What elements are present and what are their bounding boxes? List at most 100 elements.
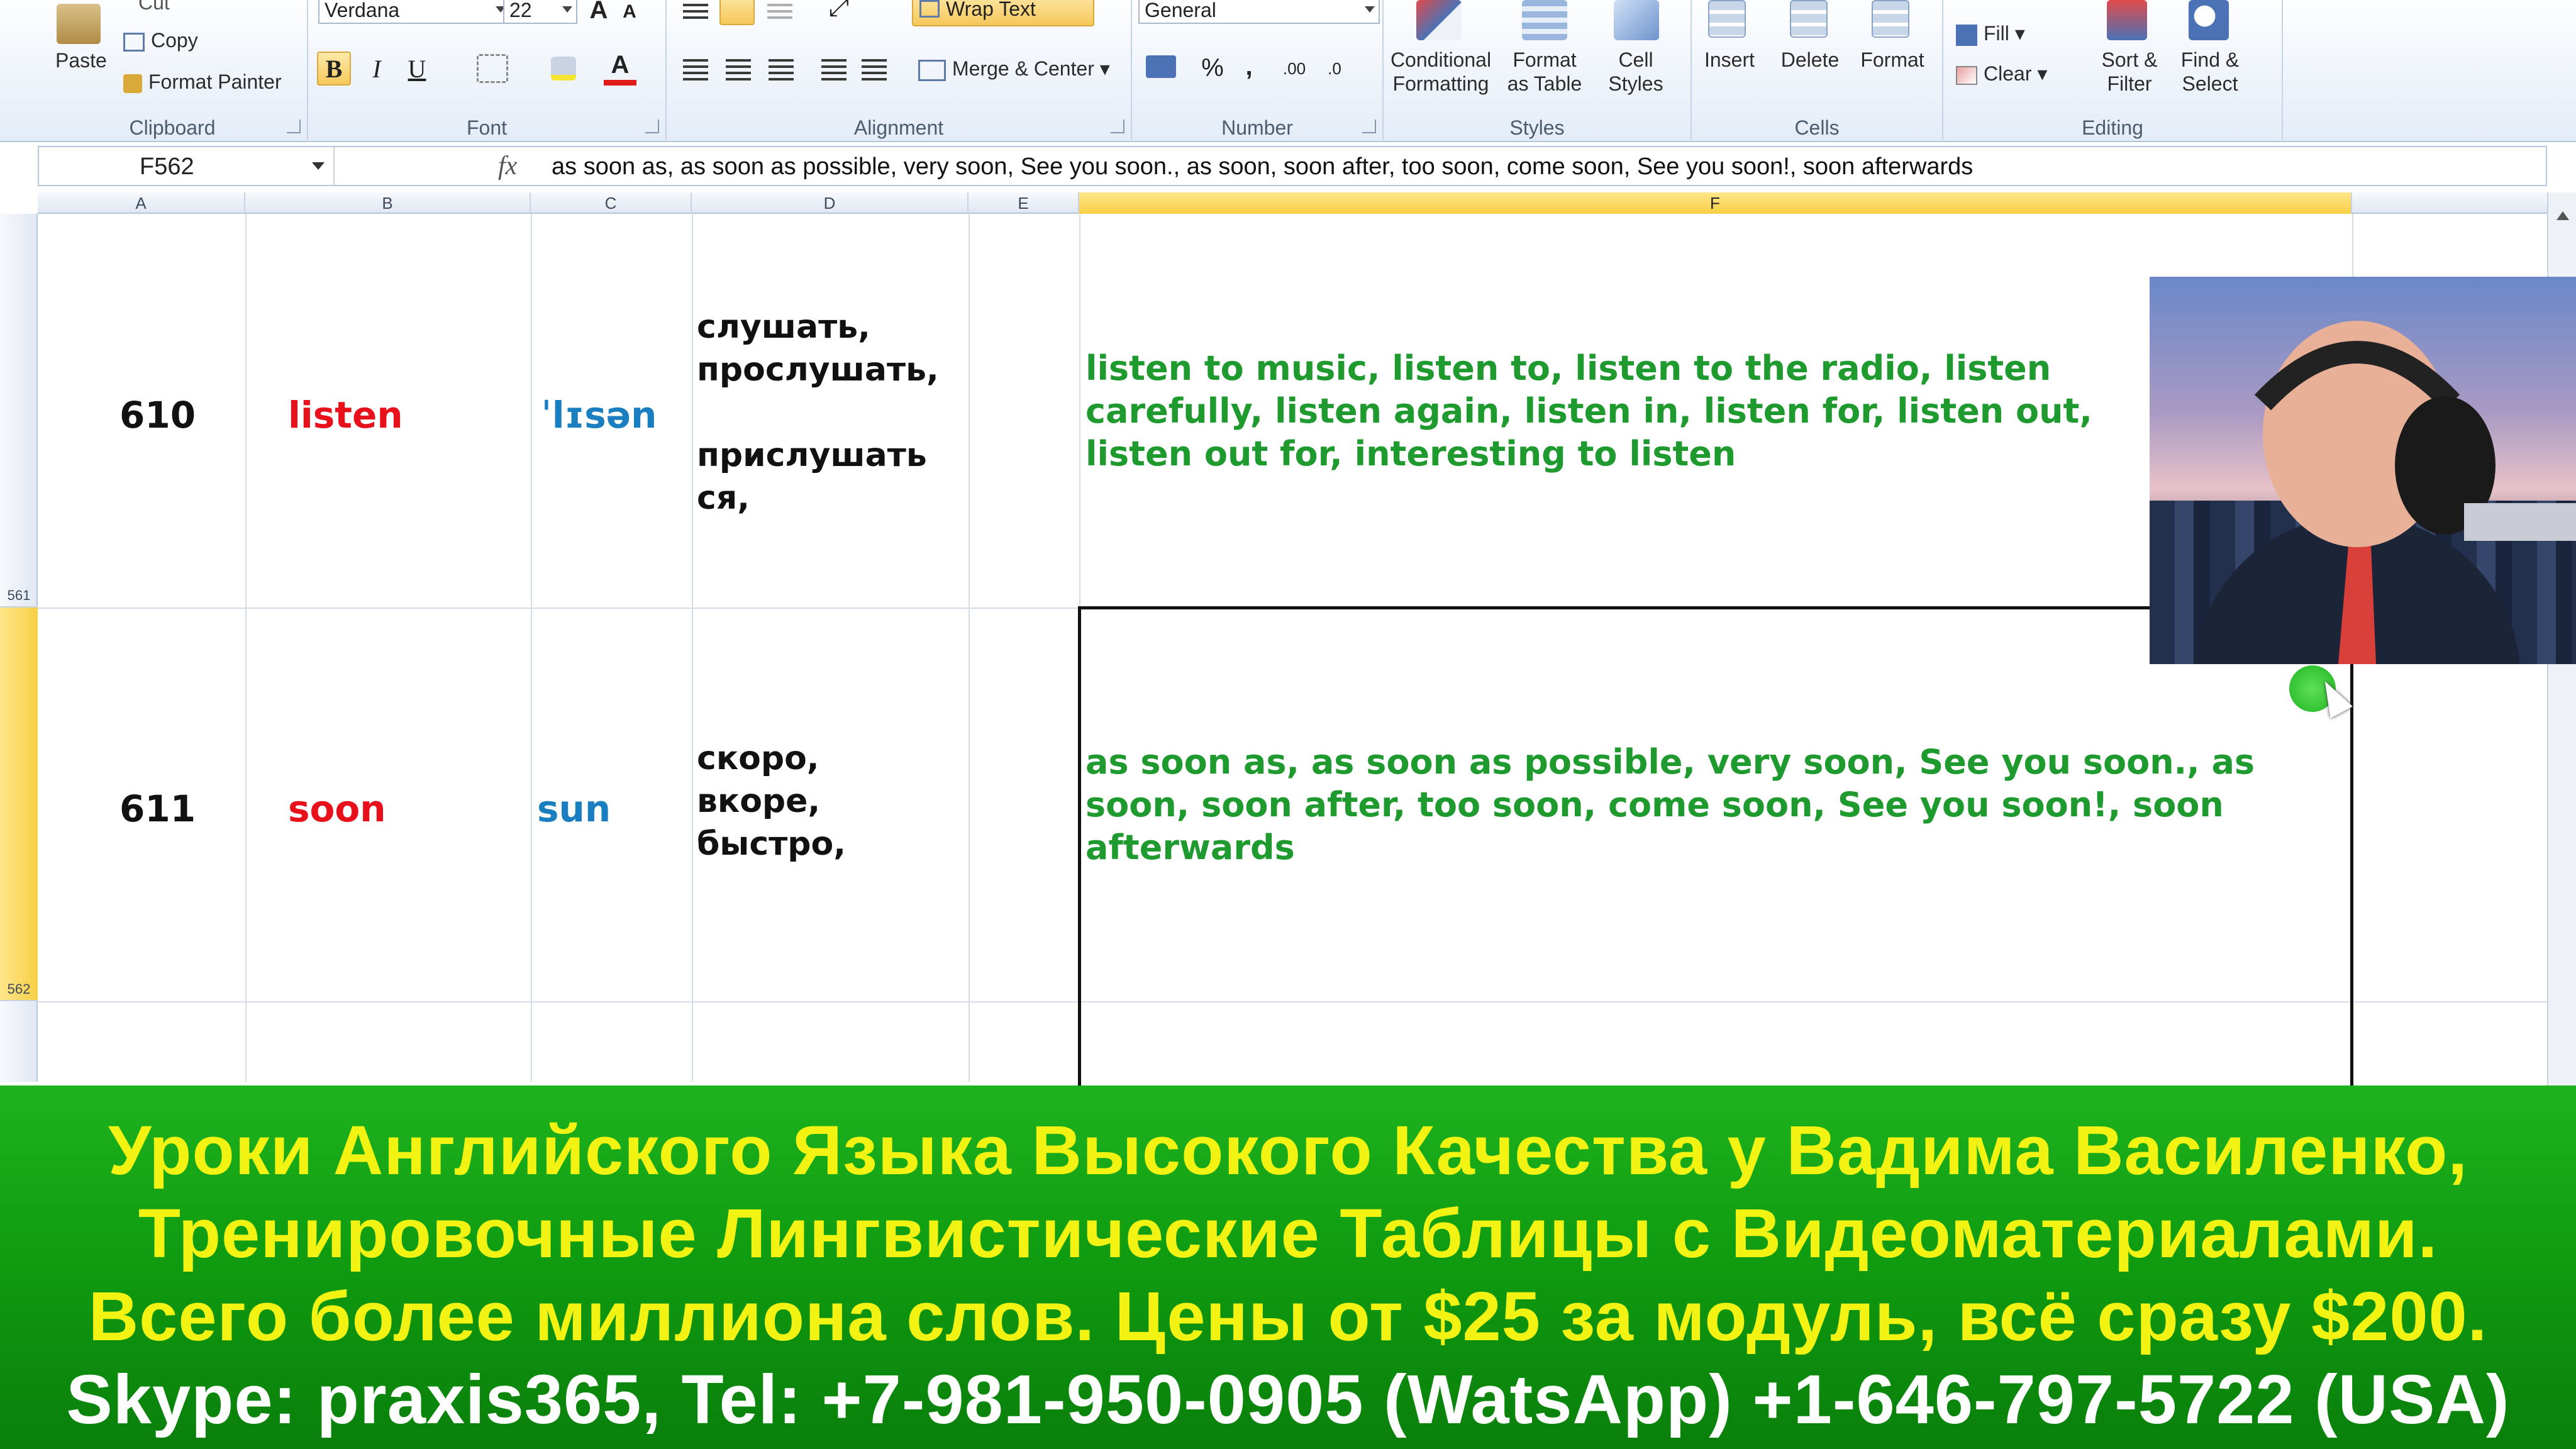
cell-styles-icon[interactable] [1614,0,1659,40]
row-headers: 561 562 [0,214,38,1082]
comma-button[interactable]: , [1236,49,1262,84]
cell-f561[interactable]: listen to music, listen to, listen to th… [1085,347,2142,477]
merge-center-button[interactable]: Merge & Center ▾ [918,57,1110,81]
format-painter-button[interactable]: Format Painter [123,70,282,94]
fill-label: Fill [1984,22,2009,45]
alignment-label: Alignment [853,116,944,139]
insert-function-icon[interactable]: fx [498,151,517,181]
cell-b561[interactable]: listen [288,394,403,436]
accounting-icon[interactable] [1141,49,1181,84]
column-header-a[interactable]: A [38,192,245,214]
chevron-down-icon [1365,6,1375,13]
sort-filter-line2: Filter [2107,72,2152,95]
formula-bar: F562 fx as soon as, as soon as possible,… [38,146,2547,186]
align-bottom-icon[interactable] [767,0,792,19]
editing-group: Fill ▾ Clear ▾ Sort & Filter Find & Sele… [1943,0,2283,142]
column-header-e[interactable]: E [969,192,1079,214]
conditional-formatting-icon[interactable] [1416,0,1462,40]
format-cells-icon[interactable] [1872,0,1909,38]
find-select-button[interactable]: Find & Select [2172,48,2248,96]
cell-d561[interactable]: слушать, прослушать, прислушать ся, [697,306,967,519]
font-name-value: Verdana [325,0,400,21]
shrink-font-button[interactable]: A [618,0,641,24]
cell-a562[interactable]: 611 [119,787,196,830]
fill-button[interactable]: Fill ▾ [1956,21,2025,46]
number-launcher-icon[interactable] [1362,119,1376,133]
clear-label: Clear [1984,62,2032,85]
cell-a561[interactable]: 610 [119,394,196,436]
fill-color-button[interactable] [547,53,580,84]
webcam-overlay [2150,277,2576,664]
row-number: 561 [7,587,31,603]
delete-button[interactable]: Delete [1772,48,1848,72]
sort-filter-icon[interactable] [2107,0,2147,40]
column-headers: A B C D E F [38,192,2547,214]
sort-filter-button[interactable]: Sort & Filter [2092,48,2167,96]
paint-bucket-icon [551,57,576,80]
column-header-b[interactable]: B [245,192,531,214]
font-name-combo[interactable]: Verdana [318,0,511,24]
cut-button[interactable]: Cut [138,0,170,14]
align-middle-button[interactable] [719,0,755,25]
conditional-formatting-line1: Conditional [1390,48,1492,71]
delete-icon[interactable] [1790,0,1828,38]
row-header-562[interactable]: 562 [0,608,38,1001]
clipboard-launcher-icon[interactable] [287,119,301,133]
styles-group: Conditional Formatting Format as Table C… [1384,0,1692,142]
align-right-icon[interactable] [769,59,794,80]
cell-d562[interactable]: скоро, вкоре, быстро, [697,737,967,865]
increase-indent-icon[interactable] [862,59,887,80]
decrease-indent-icon[interactable] [821,59,847,80]
cell-b562[interactable]: soon [288,787,386,830]
paste-button[interactable]: Paste [55,49,107,72]
gridline [245,214,247,1082]
format-button[interactable]: Format [1852,48,1933,72]
decrease-decimal-button[interactable]: .0 [1316,53,1353,84]
clipboard-group: Paste Cut Copy Format Painter Clipboard [38,0,308,142]
font-color-button[interactable]: A [604,50,636,86]
fill-down-icon [1956,24,1977,46]
promo-banner: Уроки Английского Языка Высокого Качеств… [0,1085,2576,1449]
underline-button[interactable]: U [401,52,433,86]
borders-icon[interactable] [477,54,508,83]
align-left-icon[interactable] [683,59,708,80]
italic-button[interactable]: I [361,52,392,86]
bold-button[interactable]: B [317,52,351,86]
insert-button[interactable]: Insert [1692,48,1767,72]
formula-input[interactable]: as soon as, as soon as possible, very so… [552,153,1973,180]
align-top-icon[interactable] [683,0,708,19]
scroll-up-icon[interactable] [2557,211,2569,220]
cell-styles-button[interactable]: Cell Styles [1595,48,1677,96]
cell-c562[interactable]: sun [537,787,611,830]
paste-icon[interactable] [57,4,101,44]
wrap-text-label: Wrap Text [946,0,1036,20]
format-as-table-icon[interactable] [1522,0,1567,40]
cell-c561[interactable]: ˈlɪsən [541,394,657,436]
orientation-icon[interactable]: ⤢ [823,0,855,23]
format-as-table-button[interactable]: Format as Table [1501,48,1589,96]
align-center-icon[interactable] [726,59,751,80]
clear-button[interactable]: Clear ▾ [1956,62,2047,86]
increase-decimal-button[interactable]: .00 [1275,53,1313,84]
insert-icon[interactable] [1708,0,1746,38]
row-header-561[interactable]: 561 [0,214,38,608]
column-header-d[interactable]: D [692,192,969,214]
percent-button[interactable]: % [1195,50,1230,86]
name-box[interactable]: F562 [39,147,335,185]
conditional-formatting-button[interactable]: Conditional Formatting [1387,48,1494,96]
money-icon [1146,55,1176,78]
clipboard-label: Clipboard [129,116,216,139]
alignment-launcher-icon[interactable] [1111,119,1124,133]
number-format-combo[interactable]: General [1138,0,1380,24]
binoculars-icon[interactable] [2189,0,2229,40]
column-header-c[interactable]: C [531,192,692,214]
banner-line-4: Skype: praxis365, Tel: +7-981-950-0905 (… [66,1361,2510,1438]
font-launcher-icon[interactable] [645,119,659,133]
grow-font-button[interactable]: A [585,0,613,24]
copy-button[interactable]: Copy [123,29,198,52]
copy-icon [123,32,145,52]
chevron-down-icon[interactable] [312,162,325,170]
font-size-combo[interactable]: 22 [503,0,577,24]
wrap-text-button[interactable]: Wrap Text [912,0,1094,26]
column-header-f[interactable]: F [1079,192,2352,214]
